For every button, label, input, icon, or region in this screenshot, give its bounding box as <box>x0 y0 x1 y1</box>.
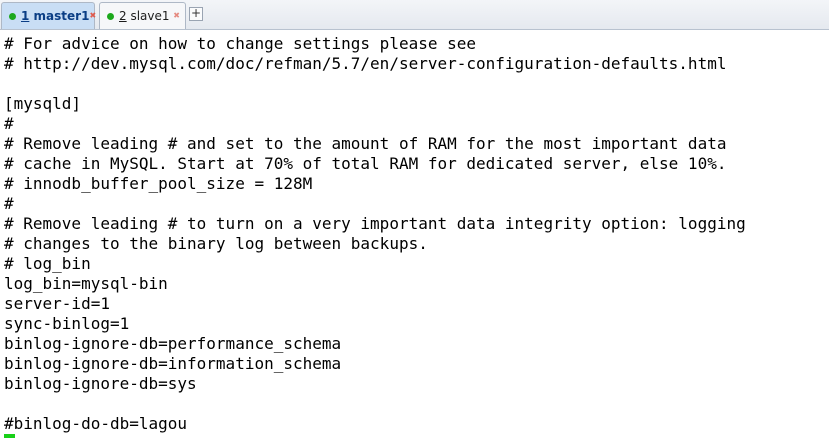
terminal-line: server-id=1 <box>4 294 110 313</box>
terminal-lines: # For advice on how to change settings p… <box>4 34 746 434</box>
connected-status-icon <box>9 12 16 20</box>
terminal-line: # Remove leading # to turn on a very imp… <box>4 214 746 233</box>
connected-status-icon <box>107 12 114 20</box>
terminal-cursor <box>4 434 15 438</box>
terminal-app-window: 1 master1 ✖ 2 slave1 ✖ + # For advice on… <box>0 0 829 438</box>
tab-label: 2 slave1 <box>119 9 170 23</box>
terminal-line: # <box>4 194 14 213</box>
close-tab-icon[interactable]: ✖ <box>89 12 96 20</box>
terminal-line: [mysqld] <box>4 94 82 113</box>
terminal-line: # http://dev.mysql.com/doc/refman/5.7/en… <box>4 54 727 73</box>
add-tab-button[interactable]: + <box>189 7 203 21</box>
tab-label: 1 master1 <box>21 9 90 23</box>
terminal-line: binlog-ignore-db=sys <box>4 374 197 393</box>
session-tab-bar: 1 master1 ✖ 2 slave1 ✖ + <box>0 0 829 30</box>
terminal-line: # <box>4 114 14 133</box>
tab-master1[interactable]: 1 master1 ✖ <box>1 2 96 29</box>
tab-slave1[interactable]: 2 slave1 ✖ <box>99 2 186 29</box>
terminal-line: log_bin=mysql-bin <box>4 274 168 293</box>
terminal-line: binlog-ignore-db=performance_schema <box>4 334 342 353</box>
terminal-line: #binlog-do-db=lagou <box>4 414 188 433</box>
terminal-output[interactable]: # For advice on how to change settings p… <box>0 30 829 438</box>
terminal-line: # cache in MySQL. Start at 70% of total … <box>4 154 727 173</box>
terminal-line: # log_bin <box>4 254 91 273</box>
terminal-line: # Remove leading # and set to the amount… <box>4 134 727 153</box>
terminal-line: binlog-ignore-db=information_schema <box>4 354 342 373</box>
terminal-line: # innodb_buffer_pool_size = 128M <box>4 174 313 193</box>
close-tab-icon[interactable]: ✖ <box>173 12 180 20</box>
terminal-line: sync-binlog=1 <box>4 314 130 333</box>
terminal-line: # For advice on how to change settings p… <box>4 34 477 53</box>
terminal-line: # changes to the binary log between back… <box>4 234 428 253</box>
